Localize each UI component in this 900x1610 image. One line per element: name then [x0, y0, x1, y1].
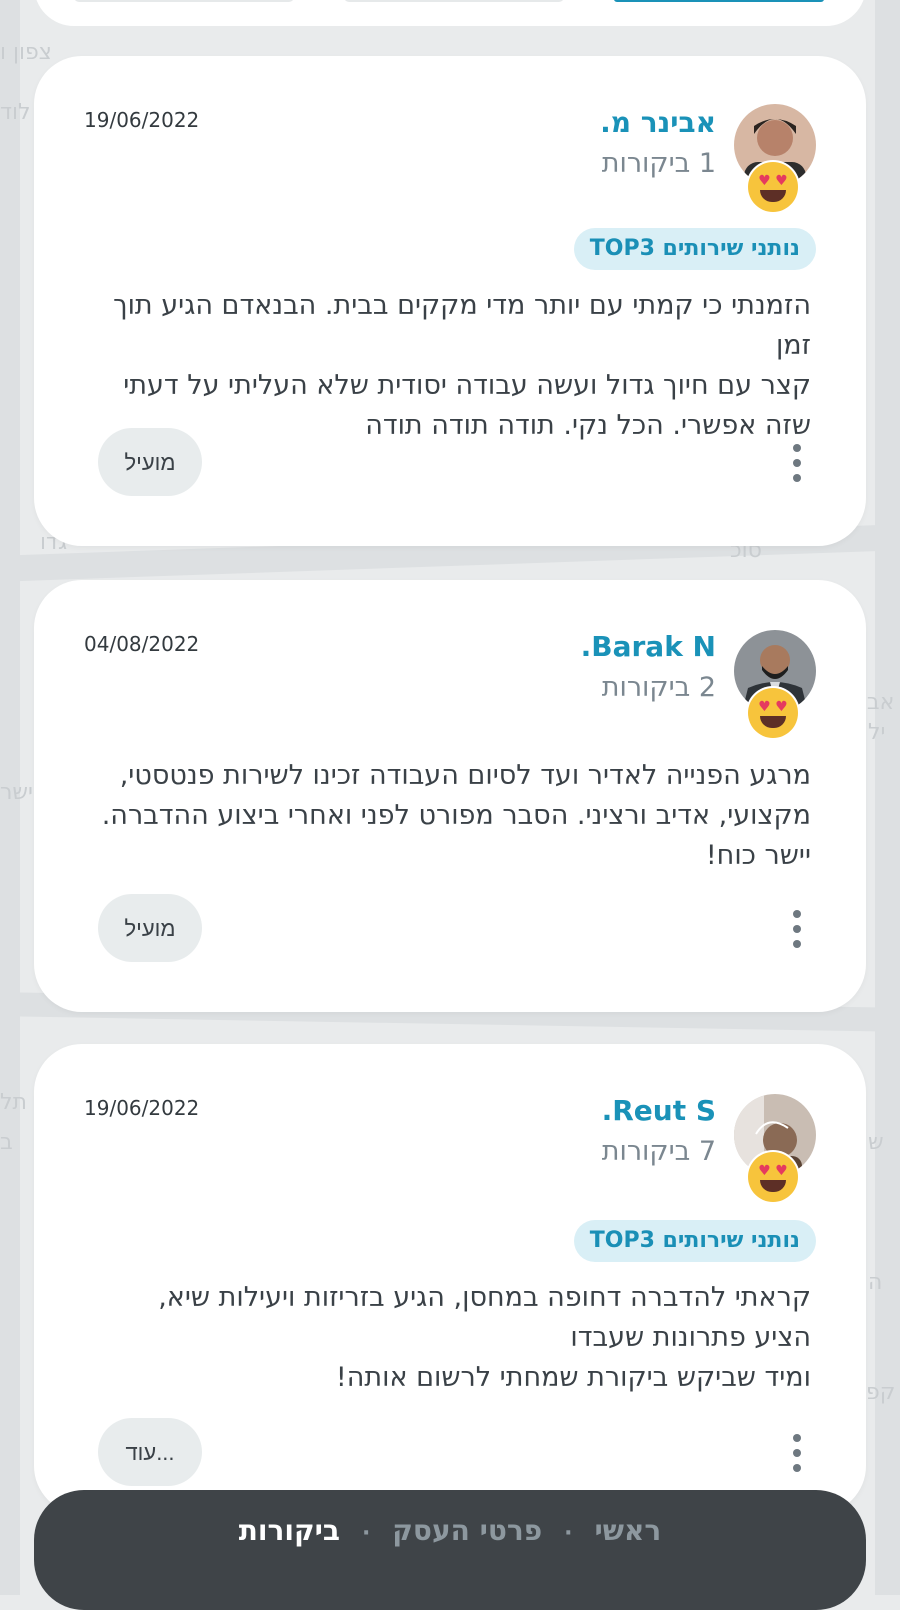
- top3-badge: נותני שירותים TOP3: [573, 228, 816, 270]
- reviewer-name[interactable]: Reut S.: [602, 1094, 716, 1127]
- nav-business-details[interactable]: פרטי העסק: [392, 1514, 542, 1547]
- review-text: מרגע הפנייה לאדיר ועד לסיום העבודה זכינו…: [101, 760, 811, 871]
- reviewer-review-count: 7 ביקורות: [601, 1136, 716, 1167]
- map-label: לוד: [0, 100, 31, 125]
- read-more-button[interactable]: עוד...: [98, 1418, 202, 1486]
- reviewer-name[interactable]: אבינר מ.: [600, 106, 716, 139]
- nav-separator: ·: [564, 1521, 573, 1546]
- nav-reviews[interactable]: ביקורות: [239, 1514, 340, 1547]
- review-card: 19/06/2022 אבינר מ. 1 ביקורות ♥ ♥ נותני ש…: [34, 56, 866, 546]
- heart-eyes-emoji-icon: ♥ ♥: [748, 162, 798, 212]
- top3-badge: נותני שירותים TOP3: [573, 1220, 816, 1262]
- reviewer-review-count: 2 ביקורות: [601, 672, 716, 703]
- more-options-icon[interactable]: [790, 910, 804, 950]
- map-label: ישר: [0, 780, 33, 805]
- bottom-navigation: ראשי · פרטי העסק · ביקורות: [34, 1490, 866, 1610]
- nav-separator: ·: [361, 1521, 371, 1546]
- reviewer-name[interactable]: Barak N.: [581, 630, 716, 663]
- review-card: 04/08/2022 Barak N. 2 ביקורות ♥ ♥ מרגע הפ…: [34, 580, 866, 1012]
- map-label: תל: [0, 1090, 27, 1115]
- review-card: 19/06/2022 Reut S. 7 ביקורות ♥ ♥ נותני שי…: [34, 1044, 866, 1514]
- more-options-icon[interactable]: [790, 1434, 804, 1474]
- map-label: צפון ו: [0, 40, 52, 65]
- more-options-icon[interactable]: [790, 444, 804, 484]
- map-label: קפ: [866, 1380, 896, 1405]
- helpful-button[interactable]: מועיל: [98, 894, 202, 962]
- review-date: 19/06/2022: [84, 1096, 200, 1120]
- map-label: ה: [868, 1270, 883, 1295]
- review-text: קראתי להדברה דחופה במחסן, הגיע בזריזות ו…: [158, 1282, 811, 1393]
- nav-home[interactable]: ראשי: [594, 1514, 661, 1547]
- map-label: ב: [0, 1130, 13, 1155]
- reviewer-review-count: 1 ביקורות: [601, 148, 716, 179]
- review-date: 04/08/2022: [84, 632, 200, 656]
- review-date: 19/06/2022: [84, 108, 200, 132]
- heart-eyes-emoji-icon: ♥ ♥: [748, 688, 798, 738]
- heart-eyes-emoji-icon: ♥ ♥: [748, 1152, 798, 1202]
- map-label: ש: [868, 1130, 884, 1155]
- review-text: הזמנתי כי קמתי עם יותר מדי מקקים בבית. ה…: [113, 290, 811, 441]
- previous-card-bottom: [34, 0, 866, 26]
- helpful-button[interactable]: מועיל: [98, 428, 202, 496]
- map-label: אבי: [862, 690, 895, 715]
